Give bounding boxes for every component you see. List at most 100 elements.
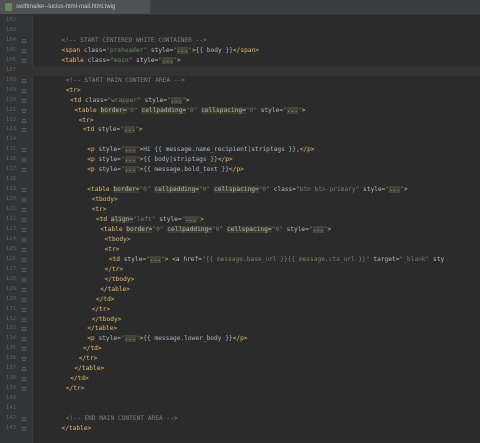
- fold-marker-icon[interactable]: [22, 208, 26, 213]
- code-line[interactable]: 121 <tr>: [0, 205, 480, 215]
- fold-marker-icon[interactable]: [22, 78, 26, 83]
- fold-marker-icon[interactable]: [22, 188, 26, 193]
- fold-marker-icon[interactable]: [22, 38, 26, 43]
- line-number: 123: [5, 225, 16, 232]
- code-text: <table border="0" cellpadding="0" cellsp…: [100, 225, 331, 235]
- fold-marker-icon[interactable]: [22, 367, 26, 372]
- fold-marker-icon[interactable]: [22, 327, 26, 332]
- code-line[interactable]: 131 </tr>: [0, 305, 480, 315]
- code-line[interactable]: 133 </table>: [0, 324, 480, 334]
- code-line[interactable]: 129 </table>: [0, 285, 480, 295]
- fold-marker-icon[interactable]: [22, 48, 26, 53]
- code-token: class=: [87, 56, 110, 64]
- code-line[interactable]: 109 <tr>: [0, 86, 480, 96]
- code-line[interactable]: 113 <td style="...">: [0, 125, 480, 135]
- fold-marker-icon[interactable]: [22, 148, 26, 153]
- code-line[interactable]: 135 </td>: [0, 344, 480, 354]
- code-line[interactable]: 132 </tbody>: [0, 315, 480, 325]
- code-line[interactable]: 122 <td align="left" style="...">: [0, 215, 480, 225]
- tab-file[interactable]: swiftmailer--lucius-html-mail.html.twig: [0, 0, 150, 14]
- code-line[interactable]: 130 </td>: [0, 295, 480, 305]
- code-line[interactable]: 128 </tbody>: [0, 275, 480, 285]
- fold-marker-icon[interactable]: [22, 88, 26, 93]
- fold-marker-icon[interactable]: [22, 168, 26, 173]
- code-token: </td>: [95, 295, 115, 303]
- fold-marker-icon[interactable]: [22, 337, 26, 342]
- fold-marker-icon[interactable]: [22, 218, 26, 222]
- fold-marker-icon[interactable]: [22, 267, 26, 272]
- code-token: ...: [177, 46, 189, 54]
- fold-marker-icon[interactable]: [22, 98, 26, 103]
- fold-marker-icon[interactable]: [22, 417, 26, 421]
- code-line[interactable]: 143 </table>: [0, 424, 480, 434]
- code-line[interactable]: 103: [0, 26, 480, 36]
- fold-marker-icon[interactable]: [22, 118, 26, 123]
- code-line[interactable]: 117 <p style="...">{{ message.bold_text }…: [0, 165, 480, 175]
- code-line[interactable]: 141: [0, 404, 480, 414]
- code-line[interactable]: 120 <tbody>: [0, 195, 480, 205]
- code-line[interactable]: 125 <tr>: [0, 245, 480, 255]
- fold-marker-icon[interactable]: [22, 426, 26, 431]
- fold-marker-icon[interactable]: [22, 237, 26, 242]
- code-token: "0": [245, 106, 257, 114]
- line-number: 126: [5, 255, 16, 262]
- code-line[interactable]: 142 <!-- END MAIN CONTENT AREA -->: [0, 414, 480, 424]
- code-line[interactable]: 139 </tr>: [0, 384, 480, 394]
- code-line[interactable]: 115 <p style="...">Hi {{ message.name_rec…: [0, 145, 480, 155]
- code-text: </tr>: [105, 265, 124, 275]
- code-line[interactable]: 134 <p style="...">{{ message.lower_body …: [0, 334, 480, 344]
- code-line[interactable]: 126 <td style="..."> <a href="{{ message.…: [0, 255, 480, 265]
- code-line[interactable]: 102: [0, 16, 480, 26]
- fold-marker-icon[interactable]: [22, 387, 26, 392]
- fold-marker-icon[interactable]: [22, 198, 26, 203]
- fold-marker-icon[interactable]: [22, 347, 26, 352]
- fold-marker-icon[interactable]: [22, 128, 26, 133]
- code-line[interactable]: 108 <!-- START MAIN CONTENT AREA -->: [0, 76, 480, 86]
- code-token: cellpadding=: [154, 186, 200, 194]
- code-token: style=: [155, 216, 182, 223]
- code-token: >: [177, 56, 181, 64]
- fold-marker-icon[interactable]: [22, 58, 26, 63]
- fold-marker-icon[interactable]: [22, 257, 26, 262]
- code-token: "{{ message.base_url }}{{ message.cta_ur…: [202, 255, 370, 263]
- fold-marker-icon[interactable]: [22, 377, 26, 382]
- code-line[interactable]: 105 <span class="preheader" style="...">{…: [0, 46, 480, 56]
- fold-marker-icon[interactable]: [22, 277, 26, 282]
- code-line[interactable]: 110 <td class="wrapper" style="...">: [0, 96, 480, 106]
- code-line[interactable]: 114: [0, 135, 480, 145]
- fold-marker-icon[interactable]: [22, 108, 26, 113]
- code-token: ...: [312, 225, 324, 233]
- code-line[interactable]: 118: [0, 175, 480, 185]
- code-token: ...: [286, 106, 298, 114]
- code-editor[interactable]: 102 103 104 <!-- START CENTERED WHITE CONTA…: [0, 15, 480, 443]
- code-line[interactable]: 124 <tbody>: [0, 235, 480, 245]
- code-line[interactable]: 123 <table border="0" cellpadding="0" cel…: [0, 225, 480, 235]
- fold-marker-icon[interactable]: [22, 297, 26, 302]
- fold-marker-icon[interactable]: [22, 307, 26, 312]
- code-line[interactable]: 138 </td>: [0, 374, 480, 384]
- code-line[interactable]: 112 <tr>: [0, 116, 480, 126]
- code-line[interactable]: 104 <!-- START CENTERED WHITE CONTAINER -…: [0, 36, 480, 46]
- code-token: "main": [109, 56, 133, 64]
- fold-marker-icon[interactable]: [22, 247, 26, 252]
- code-line[interactable]: 106 <table class="main" style="...">: [0, 56, 480, 66]
- code-line[interactable]: 127 </tr>: [0, 265, 480, 275]
- fold-marker-icon[interactable]: [22, 158, 26, 163]
- fold-marker-icon[interactable]: [22, 227, 26, 232]
- code-line[interactable]: 107: [0, 65, 480, 76]
- code-token: "wrapper": [107, 96, 141, 104]
- fold-marker-icon[interactable]: [22, 357, 26, 362]
- code-line[interactable]: 136 </tr>: [0, 354, 480, 364]
- code-token: </p>: [232, 335, 248, 343]
- code-line[interactable]: 140: [0, 394, 480, 404]
- fold-marker-icon[interactable]: [22, 287, 26, 292]
- code-line[interactable]: 137 </table>: [0, 364, 480, 374]
- fold-marker-icon[interactable]: [22, 317, 26, 322]
- code-line[interactable]: 119 <table border="0" cellpadding="0" cel…: [0, 185, 480, 195]
- line-number: 112: [5, 116, 16, 123]
- line-number: 122: [5, 216, 16, 222]
- code-token: "0": [152, 225, 164, 233]
- code-token: <table: [87, 186, 114, 194]
- code-line[interactable]: 116 <p style="...">{{ body|striptags }}</…: [0, 155, 480, 165]
- code-line[interactable]: 111 <table border="0" cellpadding="0" cel…: [0, 106, 480, 116]
